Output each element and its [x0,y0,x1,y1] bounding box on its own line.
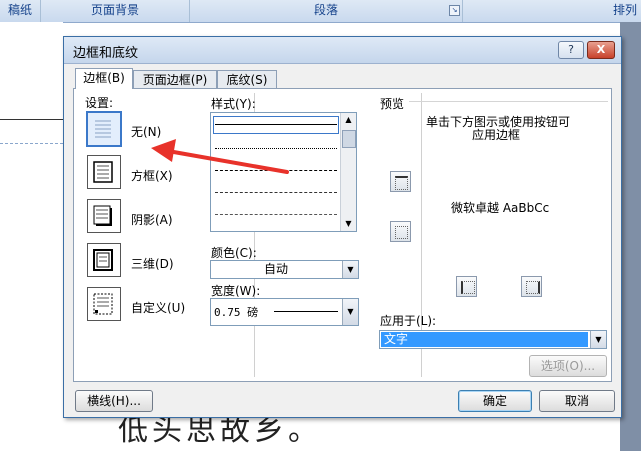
style-scrollbar[interactable]: ▲ ▼ [340,113,356,231]
document-rule [0,119,63,120]
left-border-icon [461,281,475,294]
lines-icon [95,120,111,138]
ribbon-group-page-background[interactable]: 页面背景 [41,0,190,22]
scroll-thumb[interactable] [342,130,356,148]
right-border-button[interactable] [521,276,542,297]
custom-border-icon [93,293,113,315]
style-item-dash-dot[interactable] [215,214,337,215]
width-label: 宽度(W): [211,284,261,298]
tab-shading[interactable]: 底纹(S) [217,70,277,89]
ribbon-group-manuscript[interactable]: 稿纸 [0,0,41,22]
apply-to-select[interactable]: 文字 ▼ [379,330,607,349]
cancel-button[interactable]: 取消 [539,390,615,412]
inside-border-button[interactable] [390,221,411,242]
color-select[interactable]: 自动 ▼ [210,260,359,279]
dialog-title: 边框和底纹 [73,46,139,61]
width-line-sample [274,311,338,312]
shadow-border-icon [93,205,112,226]
tab-page-border[interactable]: 页面边框(P) [133,70,217,89]
style-item-long-dash[interactable] [215,192,337,193]
preview-hint-line2: 应用边框 [471,128,520,142]
setting-box-label[interactable]: 方框(X) [131,167,173,184]
preview-divider [409,101,608,102]
ribbon-strip: 稿纸 页面背景 段落 ↘ 排列 [0,0,641,23]
dialog-titlebar[interactable]: 边框和底纹 ? X [64,37,621,64]
chevron-down-icon[interactable]: ▼ [590,331,606,348]
help-button[interactable]: ? [558,41,584,59]
ribbon-group-arrange[interactable]: 排列 [463,0,641,22]
style-item-selected[interactable] [213,116,339,134]
setting-custom-icon[interactable] [87,287,121,321]
document-dashed-rule [0,143,63,144]
ribbon-group-paragraph[interactable]: 段落 [190,0,463,22]
preview-sample-text: 微软卓越 AaBbCc [451,201,550,215]
setting-box-icon[interactable] [87,155,121,189]
chevron-down-icon[interactable]: ▼ [342,261,358,278]
options-button[interactable]: 选项(O)... [529,355,607,377]
scroll-down-icon[interactable]: ▼ [341,217,356,231]
settings-label: 设置: [85,96,114,110]
setting-shadow-label[interactable]: 阴影(A) [131,211,173,228]
chevron-down-icon[interactable]: ▼ [342,299,358,325]
preview-label: 预览 [380,97,405,111]
style-item-dashed[interactable] [215,170,337,171]
document-margin-area [620,22,641,451]
borders-shading-dialog: 边框和底纹 ? X 边框(B) 页面边框(P) 底纹(S) 设置: 无(N) 方… [63,36,622,418]
threed-border-icon [93,249,113,271]
style-list[interactable]: ▲ ▼ [210,112,357,232]
width-value: 0.75 磅 [214,306,259,319]
width-select[interactable]: 0.75 磅 ▼ [210,298,359,326]
right-border-icon [526,281,540,294]
inside-border-icon [395,226,408,239]
style-label: 样式(Y): [211,97,256,111]
tab-borders[interactable]: 边框(B) [75,68,133,89]
apply-to-label: 应用于(L): [380,314,437,328]
ok-button[interactable]: 确定 [458,390,532,412]
setting-none-icon[interactable] [86,111,122,147]
horizontal-line-button[interactable]: 横线(H)... [75,390,153,412]
setting-shadow-icon[interactable] [87,199,121,233]
top-border-icon [395,176,408,190]
style-item-dotted[interactable] [215,148,337,149]
setting-3d-label[interactable]: 三维(D) [131,255,174,272]
style-item-solid[interactable] [215,124,337,125]
setting-none-label[interactable]: 无(N) [131,123,161,140]
color-label: 颜色(C): [211,246,257,260]
close-button[interactable]: X [587,41,615,59]
setting-custom-label[interactable]: 自定义(U) [131,299,185,316]
setting-3d-icon[interactable] [87,243,121,277]
top-border-button[interactable] [390,171,411,192]
left-border-button[interactable] [456,276,477,297]
scroll-up-icon[interactable]: ▲ [341,113,356,127]
paragraph-launcher-icon[interactable]: ↘ [449,5,460,16]
color-value: 自动 [263,262,288,276]
document-page [0,22,63,451]
apply-to-value: 文字 [381,332,588,347]
box-border-icon [93,161,113,183]
